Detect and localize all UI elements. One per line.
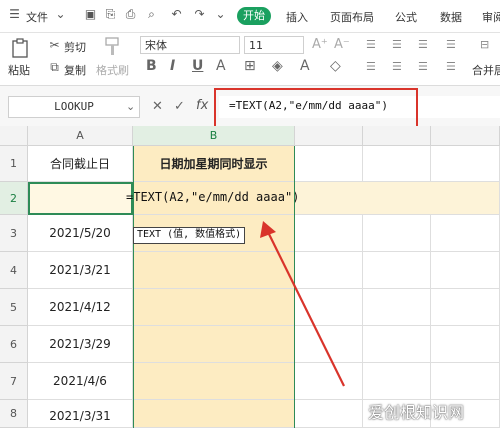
watermark: 爱创根知识网 xyxy=(368,403,465,422)
annotation-arrow xyxy=(260,221,345,387)
